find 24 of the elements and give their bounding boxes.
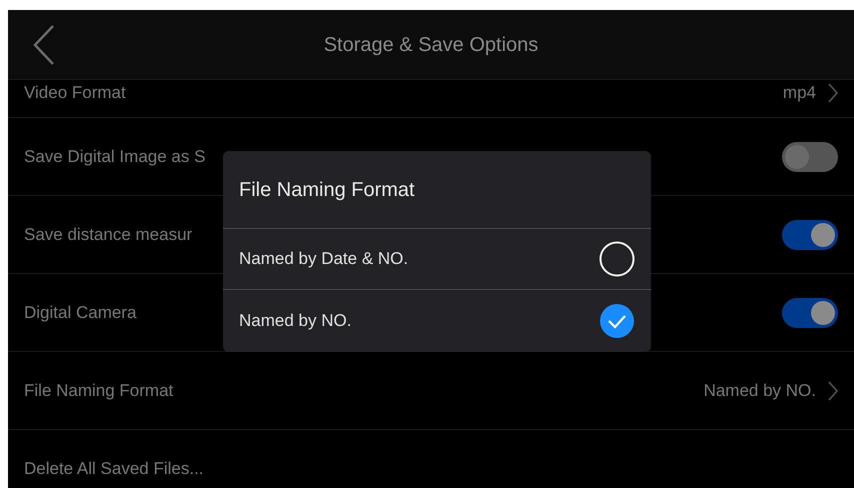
chevron-icon [828, 82, 838, 103]
dialog-title: File Naming Format [239, 178, 415, 202]
toggle-switch[interactable] [782, 142, 838, 172]
page-title: Storage & Save Options [324, 32, 538, 58]
row-label: Save distance measur [24, 224, 192, 246]
toggle-switch[interactable] [782, 298, 838, 328]
row-value: Named by NO. [704, 380, 816, 402]
row-label: Delete All Saved Files... [24, 458, 204, 480]
option-label: Named by NO. [239, 310, 352, 332]
chevron-icon [828, 380, 838, 400]
toggle-switch[interactable] [782, 220, 838, 250]
row-value: mp4 [782, 82, 816, 104]
back-icon [31, 24, 57, 66]
dialog-option[interactable]: Named by Date & NO. [223, 229, 651, 290]
option-label: Named by Date & NO. [239, 248, 408, 270]
dialog-option[interactable]: Named by NO. [223, 290, 651, 351]
radio-checked-icon[interactable] [599, 302, 635, 338]
radio-icon[interactable] [599, 241, 635, 277]
row-label: Save Digital Image as S [24, 146, 206, 168]
row-label: File Naming Format [24, 380, 174, 402]
row-label: Video Format [24, 82, 126, 104]
row-label: Digital Camera [24, 302, 136, 324]
settings-row[interactable]: Delete All Saved Files... [8, 430, 854, 488]
settings-row[interactable]: Video Format mp4 [8, 80, 854, 118]
